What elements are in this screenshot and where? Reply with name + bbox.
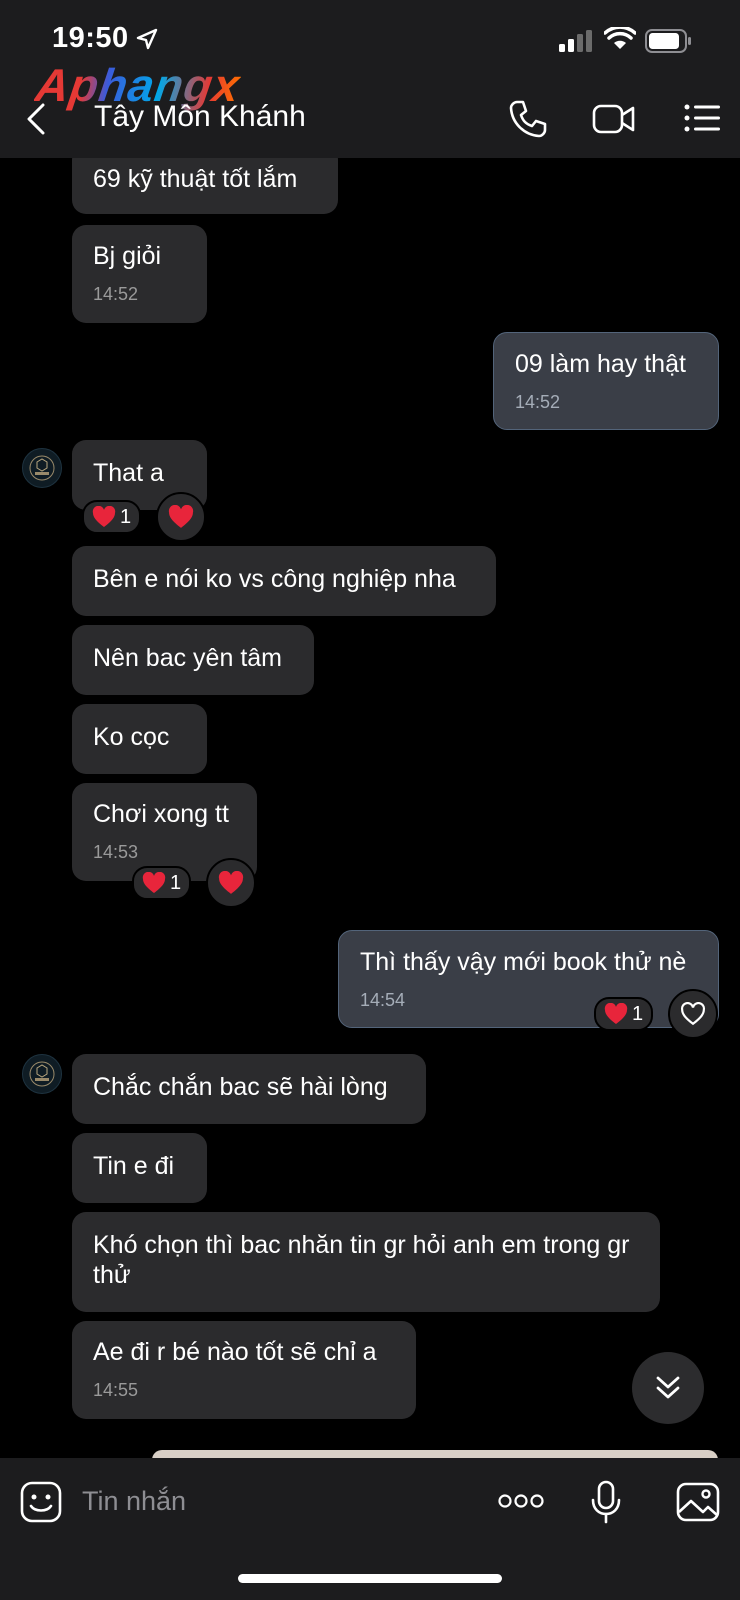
message-time: 14:55	[93, 1380, 139, 1400]
message-text: Bj giỏi	[93, 242, 162, 270]
message-text: Tin e đi	[93, 1152, 175, 1180]
sticker-emoji-icon[interactable]	[20, 1481, 62, 1523]
wifi-icon	[604, 27, 636, 49]
sender-avatar[interactable]	[22, 448, 62, 488]
home-indicator	[238, 1574, 502, 1583]
react-button[interactable]	[668, 989, 718, 1039]
reaction-count: 1	[632, 1002, 644, 1025]
message-text: That a	[93, 459, 164, 487]
scroll-to-bottom-button[interactable]	[632, 1352, 704, 1424]
message-bubble[interactable]: Bj giỏi 14:52	[72, 225, 207, 323]
luxury-logo-icon	[29, 455, 55, 481]
sender-avatar[interactable]	[22, 1054, 62, 1094]
status-time: 19:50	[52, 22, 129, 54]
message-bubble-outgoing[interactable]: 09 làm hay thật 14:52	[493, 332, 719, 430]
reaction-summary[interactable]: 1	[82, 500, 142, 534]
message-input[interactable]	[80, 1478, 464, 1524]
message-text: Chắc chắn bac sẽ hài lòng	[93, 1073, 388, 1101]
message-composer	[0, 1458, 740, 1600]
message-time: 14:52	[515, 392, 561, 412]
message-text: Thì thấy vậy mới book thử nè	[360, 948, 687, 976]
reaction-summary[interactable]: 1	[594, 997, 654, 1031]
message-bubble[interactable]: Ae đi r bé nào tốt sẽ chỉ a 14:55	[72, 1321, 416, 1419]
heart-emoji-icon	[92, 506, 116, 527]
message-bubble[interactable]: Khó chọn thì bac nhăn tin gr hỏi anh em …	[72, 1212, 660, 1312]
message-bubble-outgoing[interactable]: Thì thấy vậy mới book thử nè 14:54	[338, 930, 719, 1028]
reaction-count: 1	[120, 505, 132, 528]
chat-header: 19:50 Aphangx Tây Môn Khánh	[0, 0, 740, 158]
message-bubble[interactable]: Chắc chắn bac sẽ hài lòng	[72, 1054, 426, 1124]
battery-icon	[645, 29, 691, 53]
heart-outline-icon	[681, 1002, 705, 1026]
message-bubble[interactable]: Ko cọc	[72, 704, 207, 774]
reaction-summary[interactable]: 1	[132, 866, 192, 900]
message-text: Ko cọc	[93, 723, 170, 751]
location-arrow-icon	[136, 28, 158, 50]
message-bubble[interactable]: 69 kỹ thuật tốt lắm	[72, 158, 338, 214]
luxury-logo-icon	[29, 1061, 55, 1087]
phone-call-icon[interactable]	[508, 99, 548, 139]
reaction-count: 1	[170, 871, 182, 894]
heart-emoji-icon	[168, 505, 194, 528]
contact-name[interactable]: Tây Môn Khánh	[94, 100, 306, 134]
message-bubble[interactable]: Tin e đi	[72, 1133, 207, 1203]
heart-emoji-icon	[218, 871, 244, 894]
react-button[interactable]	[156, 492, 206, 542]
heart-emoji-icon	[604, 1003, 628, 1024]
message-text: 69 kỹ thuật tốt lắm	[93, 165, 298, 193]
message-text: Bên e nói ko vs công nghiệp nha	[93, 565, 456, 593]
message-text: Khó chọn thì bac nhăn tin gr hỏi anh em …	[93, 1231, 630, 1289]
message-bubble[interactable]: Nên bac yên tâm	[72, 625, 314, 695]
message-text: 09 làm hay thật	[515, 350, 686, 378]
message-list[interactable]: 69 kỹ thuật tốt lắm Bj giỏi 14:52 09 làm…	[0, 158, 740, 1458]
react-button[interactable]	[206, 858, 256, 908]
message-bubble[interactable]: Bên e nói ko vs công nghiệp nha	[72, 546, 496, 616]
heart-emoji-icon	[142, 872, 166, 893]
message-time: 14:52	[93, 284, 139, 304]
video-call-icon[interactable]	[592, 103, 636, 135]
signal-icon	[559, 30, 592, 52]
double-chevron-down-icon	[656, 1376, 680, 1399]
photo-gallery-icon[interactable]	[676, 1482, 720, 1522]
message-text: Chơi xong tt	[93, 800, 229, 828]
microphone-icon[interactable]	[590, 1480, 622, 1524]
menu-list-icon[interactable]	[684, 104, 720, 132]
back-arrow-icon[interactable]	[24, 102, 48, 136]
more-options-icon[interactable]	[498, 1494, 544, 1508]
message-text: Ae đi r bé nào tốt sẽ chỉ a	[93, 1338, 377, 1366]
message-text: Nên bac yên tâm	[93, 644, 282, 672]
